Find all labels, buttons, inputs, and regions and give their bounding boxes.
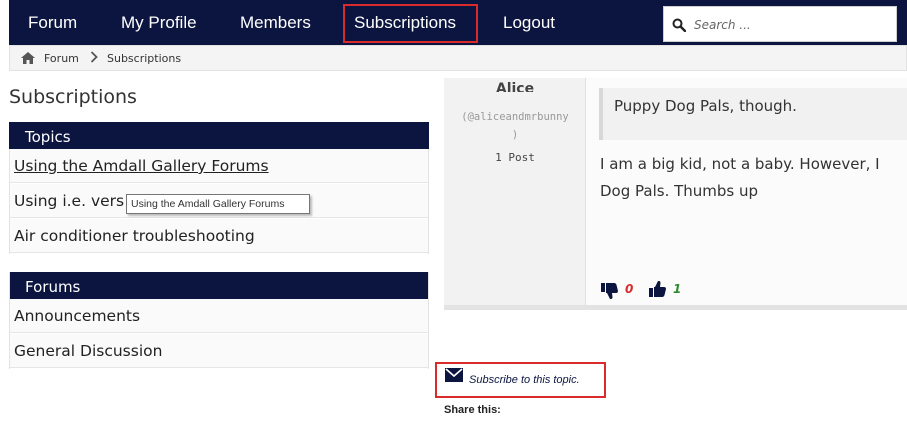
post-author-column: Alice (@aliceandmrbunny ) 1 Post: [444, 78, 586, 305]
nav-forum[interactable]: Forum: [28, 0, 77, 46]
topic-item[interactable]: Air conditioner troubleshooting: [9, 219, 429, 253]
topics-header: Topics: [9, 122, 429, 149]
nav-my-profile[interactable]: My Profile: [121, 0, 197, 46]
forum-link[interactable]: Announcements: [14, 307, 140, 325]
post-body-line: I am a big kid, not a baby. However, I: [600, 155, 880, 173]
breadcrumb-subscriptions[interactable]: Subscriptions: [107, 52, 181, 65]
forum-link[interactable]: General Discussion: [14, 342, 162, 360]
share-label: Share this:: [444, 404, 501, 416]
search-icon: [672, 18, 686, 32]
author-handle-line: ): [511, 129, 519, 141]
breadcrumb-forum[interactable]: Forum: [44, 52, 79, 65]
author-handle-line: (@aliceandmrbunny: [461, 111, 569, 123]
topic-link[interactable]: Using i.e. vers: [14, 192, 124, 210]
like-count: 1: [673, 282, 682, 296]
forum-item[interactable]: General Discussion: [9, 334, 429, 368]
forums-header: Forums: [9, 272, 429, 299]
page-title: Subscriptions: [9, 86, 137, 108]
thumbs-down-icon[interactable]: [601, 283, 618, 299]
subscriptions-highlight-box: [343, 4, 478, 43]
dislike-count: 0: [625, 282, 634, 296]
search-box[interactable]: Search ...: [663, 6, 897, 42]
envelope-icon[interactable]: [445, 368, 463, 382]
home-icon[interactable]: [21, 52, 35, 64]
topic-link[interactable]: Using the Amdall Gallery Forums: [14, 157, 269, 175]
forum-post: Alice (@aliceandmrbunny ) 1 Post Puppy D…: [444, 78, 907, 310]
post-quote: Puppy Dog Pals, though.: [599, 88, 907, 140]
nav-logout[interactable]: Logout: [503, 0, 555, 46]
thumbs-up-icon[interactable]: [649, 281, 666, 297]
tooltip: Using the Amdall Gallery Forums: [126, 194, 310, 214]
author-post-count: 1 Post: [495, 151, 535, 164]
post-body: I am a big kid, not a baby. However, I D…: [600, 151, 906, 205]
post-body-line: Dog Pals. Thumbs up: [600, 182, 759, 200]
author-handle: (@aliceandmrbunny ): [444, 108, 586, 144]
topic-item[interactable]: Using the Amdall Gallery Forums: [9, 149, 429, 183]
search-input[interactable]: Search ...: [694, 18, 751, 32]
author-name[interactable]: Alice: [444, 82, 586, 92]
topic-link[interactable]: Air conditioner troubleshooting: [14, 227, 255, 245]
nav-members[interactable]: Members: [240, 0, 311, 46]
subscribe-link[interactable]: Subscribe to this topic.: [469, 374, 580, 386]
forum-item[interactable]: Announcements: [9, 299, 429, 333]
breadcrumb: Forum Subscriptions: [9, 45, 907, 71]
chevron-right-icon: [90, 51, 98, 63]
